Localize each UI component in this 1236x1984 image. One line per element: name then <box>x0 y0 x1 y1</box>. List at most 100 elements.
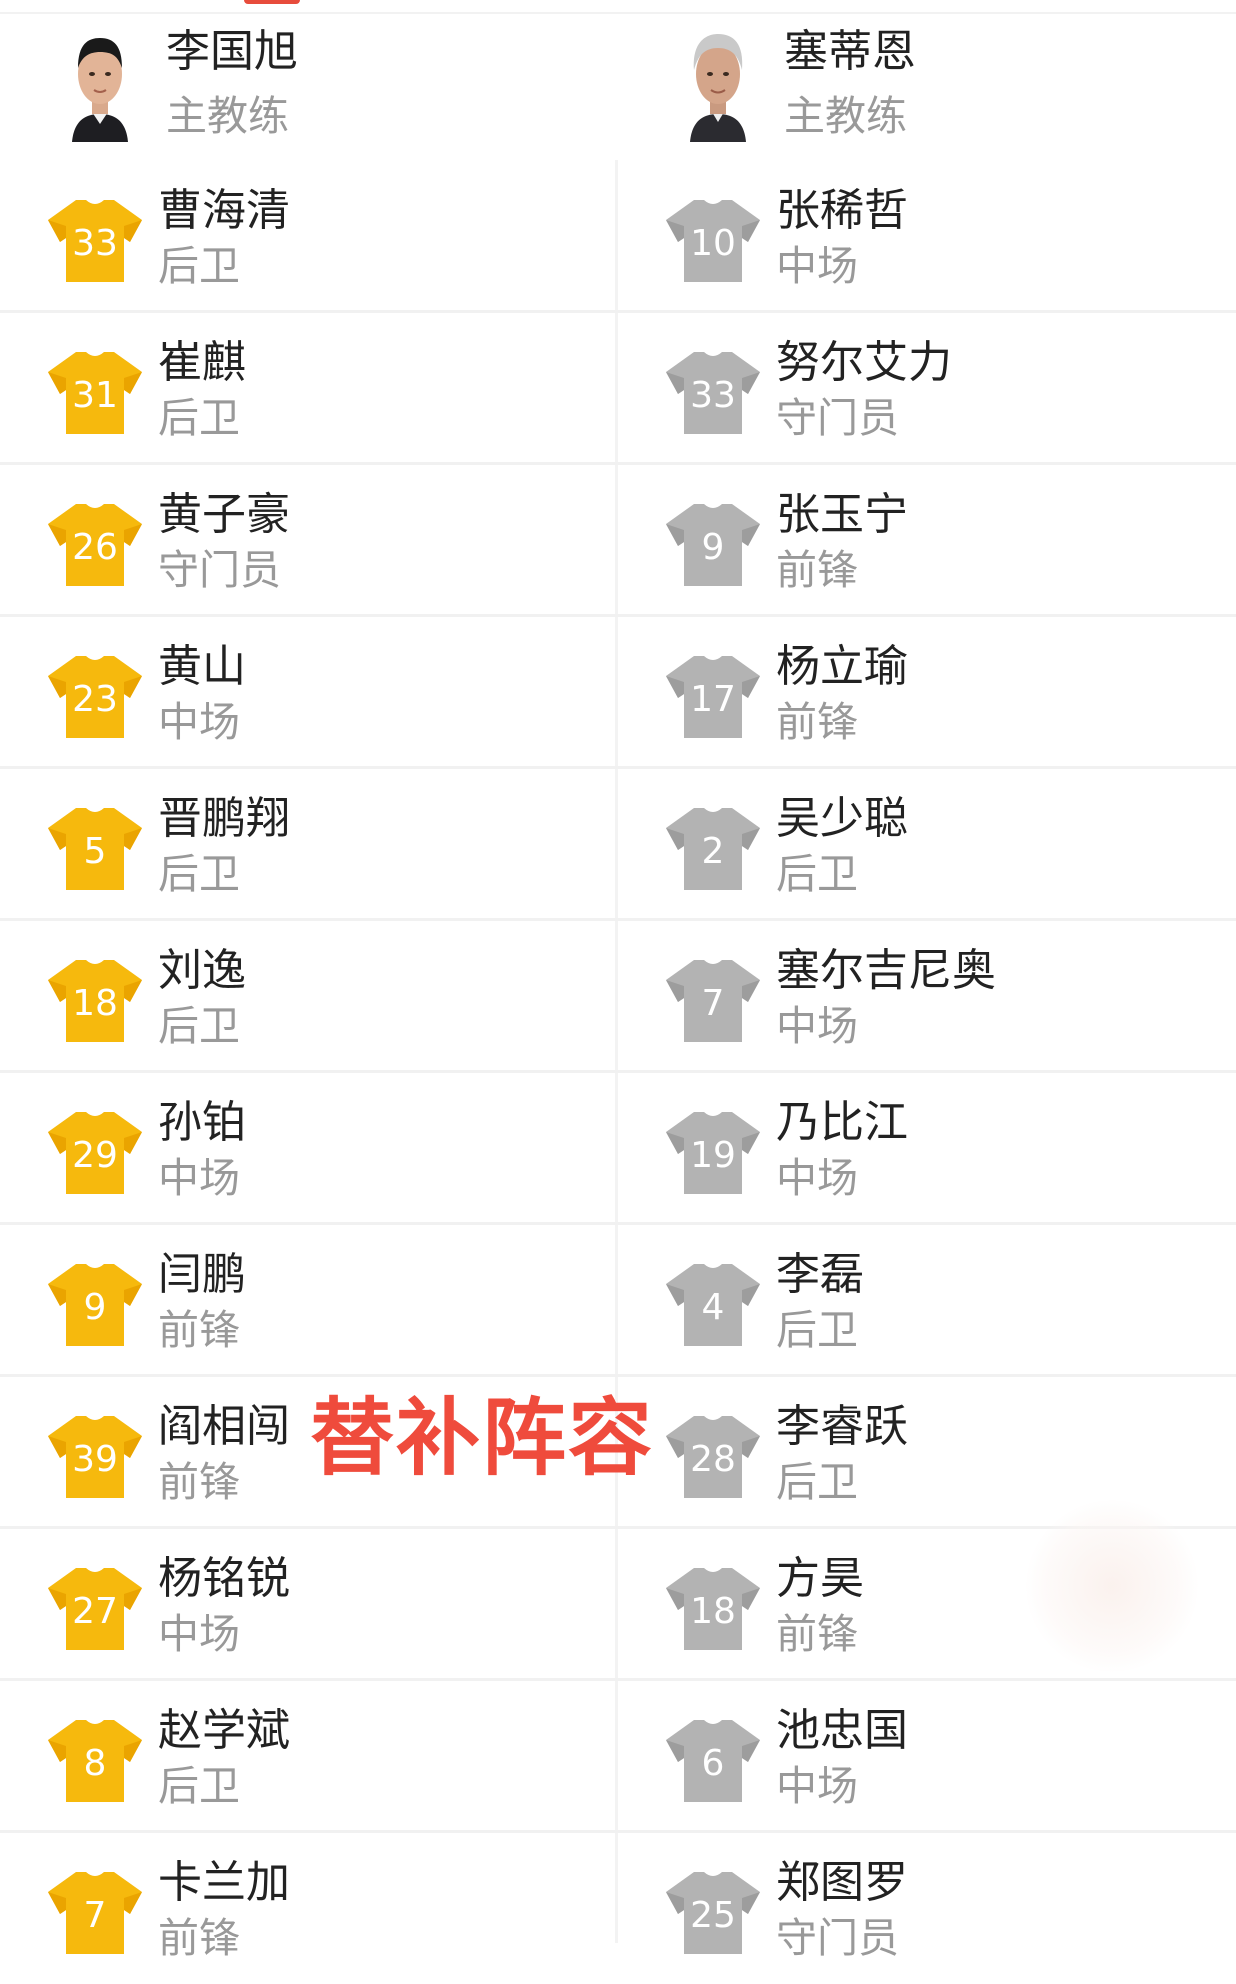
player-position: 后卫 <box>158 394 240 442</box>
away-player-row[interactable]: 7 塞尔吉尼奥中场 <box>618 920 1218 1072</box>
player-position: 后卫 <box>776 1306 858 1354</box>
player-position: 前锋 <box>158 1306 240 1354</box>
away-coach[interactable]: 塞蒂恩 主教练 <box>618 14 1236 154</box>
player-name: 杨铭锐 <box>158 1553 290 1604</box>
home-player-row[interactable]: 5 晋鹏翔后卫 <box>0 768 600 920</box>
player-position: 中场 <box>158 1610 240 1658</box>
player-name: 塞尔吉尼奥 <box>776 945 996 996</box>
player-position: 中场 <box>158 1154 240 1202</box>
player-name: 黄山 <box>158 641 246 692</box>
jersey-number: 9 <box>701 527 725 568</box>
away-player-row[interactable]: 9 张玉宁前锋 <box>618 464 1218 616</box>
home-player-row[interactable]: 31 崔麒后卫 <box>0 312 600 464</box>
jersey-number: 28 <box>690 1439 736 1480</box>
away-coach-avatar <box>680 24 756 142</box>
player-position: 守门员 <box>158 546 281 594</box>
player-name: 李睿跃 <box>776 1401 908 1452</box>
player-position: 中场 <box>158 698 240 746</box>
jersey-number: 7 <box>701 983 725 1024</box>
player-name: 刘逸 <box>158 945 246 996</box>
jersey-number: 18 <box>72 983 118 1024</box>
jersey-number: 10 <box>690 223 736 264</box>
lineup-page: 李国旭 主教练 塞蒂恩 主教练 33 曹海清 后卫 10 张稀哲 中场 31 崔麒 后卫 33 努尔… <box>0 0 1236 1962</box>
player-name: 张稀哲 <box>776 185 908 236</box>
player-position: 后卫 <box>158 1762 240 1810</box>
home-player-row[interactable]: 26 黄子豪 守门员 <box>0 464 600 616</box>
home-player-row[interactable]: 7 卡兰加前锋 <box>0 1832 600 1984</box>
player-position: 中场 <box>776 1002 858 1050</box>
jersey-number: 17 <box>690 679 736 720</box>
top-divider <box>0 0 1236 14</box>
home-player-row[interactable]: 9 闫鹏前锋 <box>0 1224 600 1376</box>
away-player-row[interactable]: 6 池忠国中场 <box>618 1680 1218 1832</box>
jersey-number: 7 <box>83 1895 107 1936</box>
jersey-number: 4 <box>701 1287 725 1328</box>
away-player-row[interactable]: 33 努尔艾力守门员 <box>618 312 1218 464</box>
away-player-row[interactable]: 2 吴少聪 后卫 <box>618 768 1218 920</box>
substitutes-title: 替补阵容 <box>310 1389 655 1487</box>
home-player-row[interactable]: 8 赵学斌 后卫 <box>0 1680 600 1832</box>
coach-photo-icon <box>680 24 756 142</box>
player-name: 孙铂 <box>158 1097 246 1148</box>
player-position: 后卫 <box>776 1458 858 1506</box>
player-position: 前锋 <box>158 1914 240 1962</box>
jersey-number: 33 <box>690 375 736 416</box>
home-player-row[interactable]: 18 刘逸后卫 <box>0 920 600 1072</box>
player-position: 后卫 <box>158 850 240 898</box>
player-name: 努尔艾力 <box>776 337 952 388</box>
home-player-row[interactable]: 33 曹海清后卫 <box>0 160 600 312</box>
jersey-number: 2 <box>701 831 725 872</box>
tab-indicator <box>244 0 300 4</box>
player-position: 后卫 <box>776 850 858 898</box>
player-position: 后卫 <box>158 242 240 290</box>
jersey-number: 23 <box>72 679 118 720</box>
jersey-number: 9 <box>83 1287 107 1328</box>
away-player-row[interactable]: 4 李磊后卫 <box>618 1224 1218 1376</box>
player-name: 张玉宁 <box>776 489 908 540</box>
player-name: 方昊 <box>776 1553 864 1604</box>
player-name: 郑图罗 <box>776 1857 908 1908</box>
player-name: 阎相闯 <box>158 1401 290 1452</box>
player-position: 前锋 <box>776 698 858 746</box>
coach-photo-icon <box>62 24 138 142</box>
player-name: 卡兰加 <box>158 1857 290 1908</box>
player-position: 前锋 <box>158 1458 240 1506</box>
player-name: 李磊 <box>776 1249 864 1300</box>
player-name: 池忠国 <box>776 1705 908 1756</box>
away-player-row[interactable]: 19 乃比江 中场 <box>618 1072 1218 1224</box>
player-name: 晋鹏翔 <box>158 793 290 844</box>
player-position: 守门员 <box>776 1914 899 1962</box>
home-player-row[interactable]: 27 杨铭锐中场 <box>0 1528 600 1680</box>
jersey-number: 25 <box>690 1895 736 1936</box>
away-coach-role: 主教练 <box>784 92 907 140</box>
jersey-number: 33 <box>72 223 118 264</box>
home-player-row[interactable]: 29 孙铂中场 <box>0 1072 600 1224</box>
player-position: 后卫 <box>158 1002 240 1050</box>
away-player-row[interactable]: 10 张稀哲中场 <box>618 160 1218 312</box>
player-position: 前锋 <box>776 546 858 594</box>
away-player-row[interactable]: 25 郑图罗守门员 <box>618 1832 1218 1984</box>
home-coach-name: 李国旭 <box>166 26 298 77</box>
player-position: 守门员 <box>776 394 899 442</box>
jersey-number: 6 <box>701 1743 725 1784</box>
player-name: 曹海清 <box>158 185 290 236</box>
player-position: 中场 <box>776 1762 858 1810</box>
jersey-number: 18 <box>690 1591 736 1632</box>
jersey-number: 26 <box>72 527 118 568</box>
player-name: 闫鹏 <box>158 1249 246 1300</box>
home-coach[interactable]: 李国旭 主教练 <box>0 14 618 154</box>
player-name: 崔麒 <box>158 337 246 388</box>
jersey-number: 19 <box>690 1135 736 1176</box>
jersey-number: 27 <box>72 1591 118 1632</box>
jersey-number: 31 <box>72 375 118 416</box>
watermark <box>1026 1500 1198 1672</box>
player-position: 中场 <box>776 242 858 290</box>
jersey-number: 29 <box>72 1135 118 1176</box>
player-name: 赵学斌 <box>158 1705 290 1756</box>
jersey-number: 5 <box>83 831 107 872</box>
home-player-row[interactable]: 23 黄山中场 <box>0 616 600 768</box>
player-name: 乃比江 <box>776 1097 908 1148</box>
jersey-number: 39 <box>72 1439 118 1480</box>
away-player-row[interactable]: 17 杨立瑜 前锋 <box>618 616 1218 768</box>
player-position: 前锋 <box>776 1610 858 1658</box>
